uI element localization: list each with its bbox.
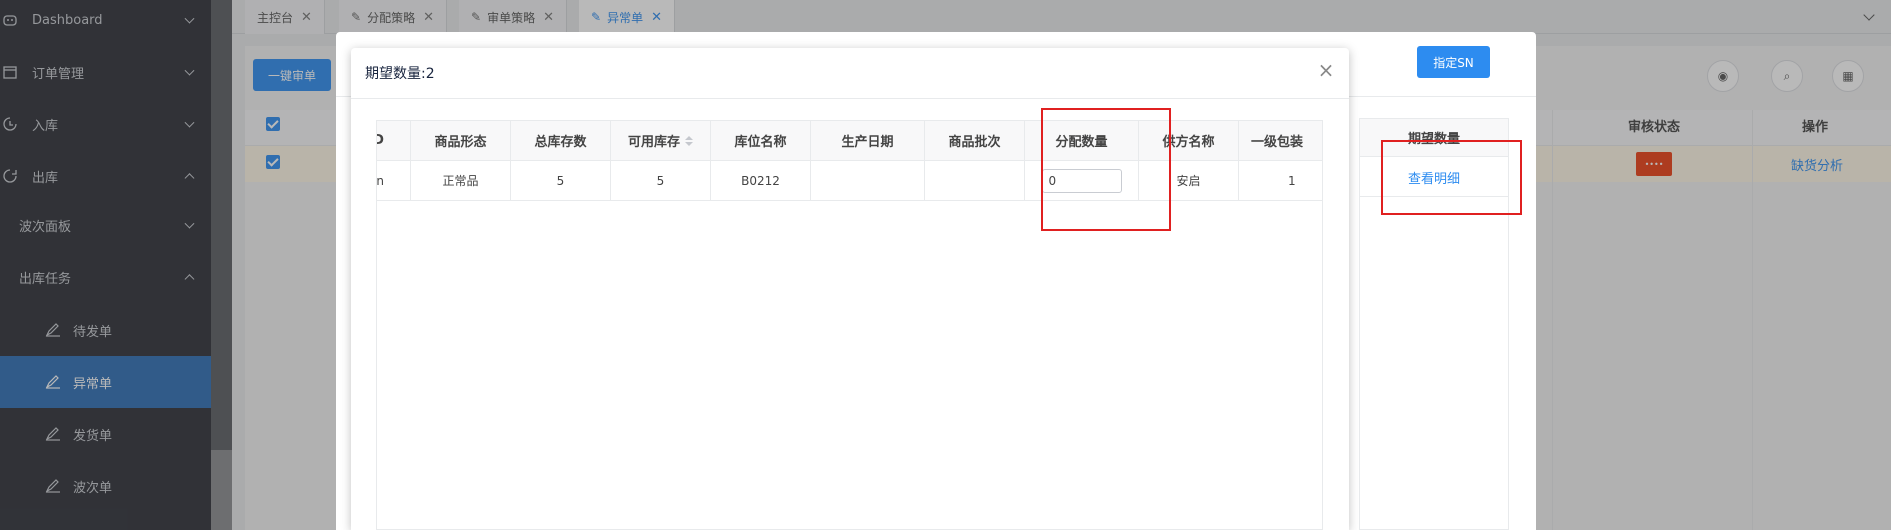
table-cell-available-stock: 5 [611,161,711,201]
column-header: D [377,121,411,161]
column-header-production-date: 生产日期 [811,121,925,161]
highlight-box [1381,140,1522,215]
table-cell-batch [925,161,1025,201]
column-header-pack-level1: 一级包装 [1239,121,1322,161]
column-header-batch: 商品批次 [925,121,1025,161]
column-header-total-stock: 总库存数 [511,121,611,161]
sort-icon[interactable] [685,135,693,146]
allocation-table: D 商品形态 总库存数 可用库存 库位名称 生产日期 商品批次 分配数量 供方名… [376,120,1323,530]
assign-sn-button[interactable]: 指定SN [1417,46,1490,78]
column-header-label: 可用库存 [627,135,680,150]
table-cell-production-date [811,161,925,201]
column-header-form: 商品形态 [411,121,511,161]
table-cell-total-stock: 5 [511,161,611,201]
table-cell-form: 正常品 [411,161,511,201]
column-header-location: 库位名称 [711,121,811,161]
modal-title: 期望数量:2 [365,66,435,82]
column-header-available-stock[interactable]: 可用库存 [611,121,711,161]
highlight-box [1041,108,1171,231]
table-cell-location: B0212 [711,161,811,201]
close-icon[interactable]: × [1316,60,1336,80]
table-cell: in [377,161,411,201]
divider [351,98,1349,99]
table-cell-pack-level1: 1 [1239,161,1322,201]
